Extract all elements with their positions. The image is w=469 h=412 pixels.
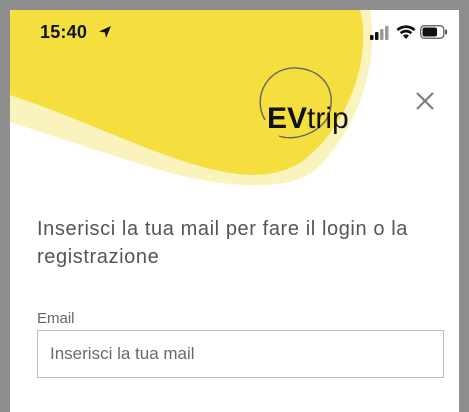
close-icon[interactable] — [412, 88, 438, 114]
logo-text: EVtrip — [267, 104, 349, 134]
cellular-signal-icon — [370, 26, 389, 40]
location-arrow-icon — [99, 26, 111, 38]
login-intro-text: Inserisci la tua mail per fare il login … — [37, 218, 408, 268]
logo-trip: trip — [307, 102, 349, 135]
email-input[interactable] — [37, 330, 444, 378]
email-label: Email — [37, 310, 75, 327]
status-time: 15:40 — [40, 22, 88, 42]
logo-ev: EV — [267, 102, 308, 135]
device-frame: 15:40 EVtrip Inserisci la tua mail per f… — [0, 0, 469, 412]
login-screen: 15:40 EVtrip Inserisci la tua mail per f… — [10, 10, 459, 412]
battery-icon — [420, 25, 447, 39]
close-button[interactable] — [412, 88, 438, 114]
evtrip-logo: EVtrip — [245, 62, 395, 144]
status-bar: 15:40 — [10, 10, 459, 56]
wifi-icon — [396, 25, 416, 39]
